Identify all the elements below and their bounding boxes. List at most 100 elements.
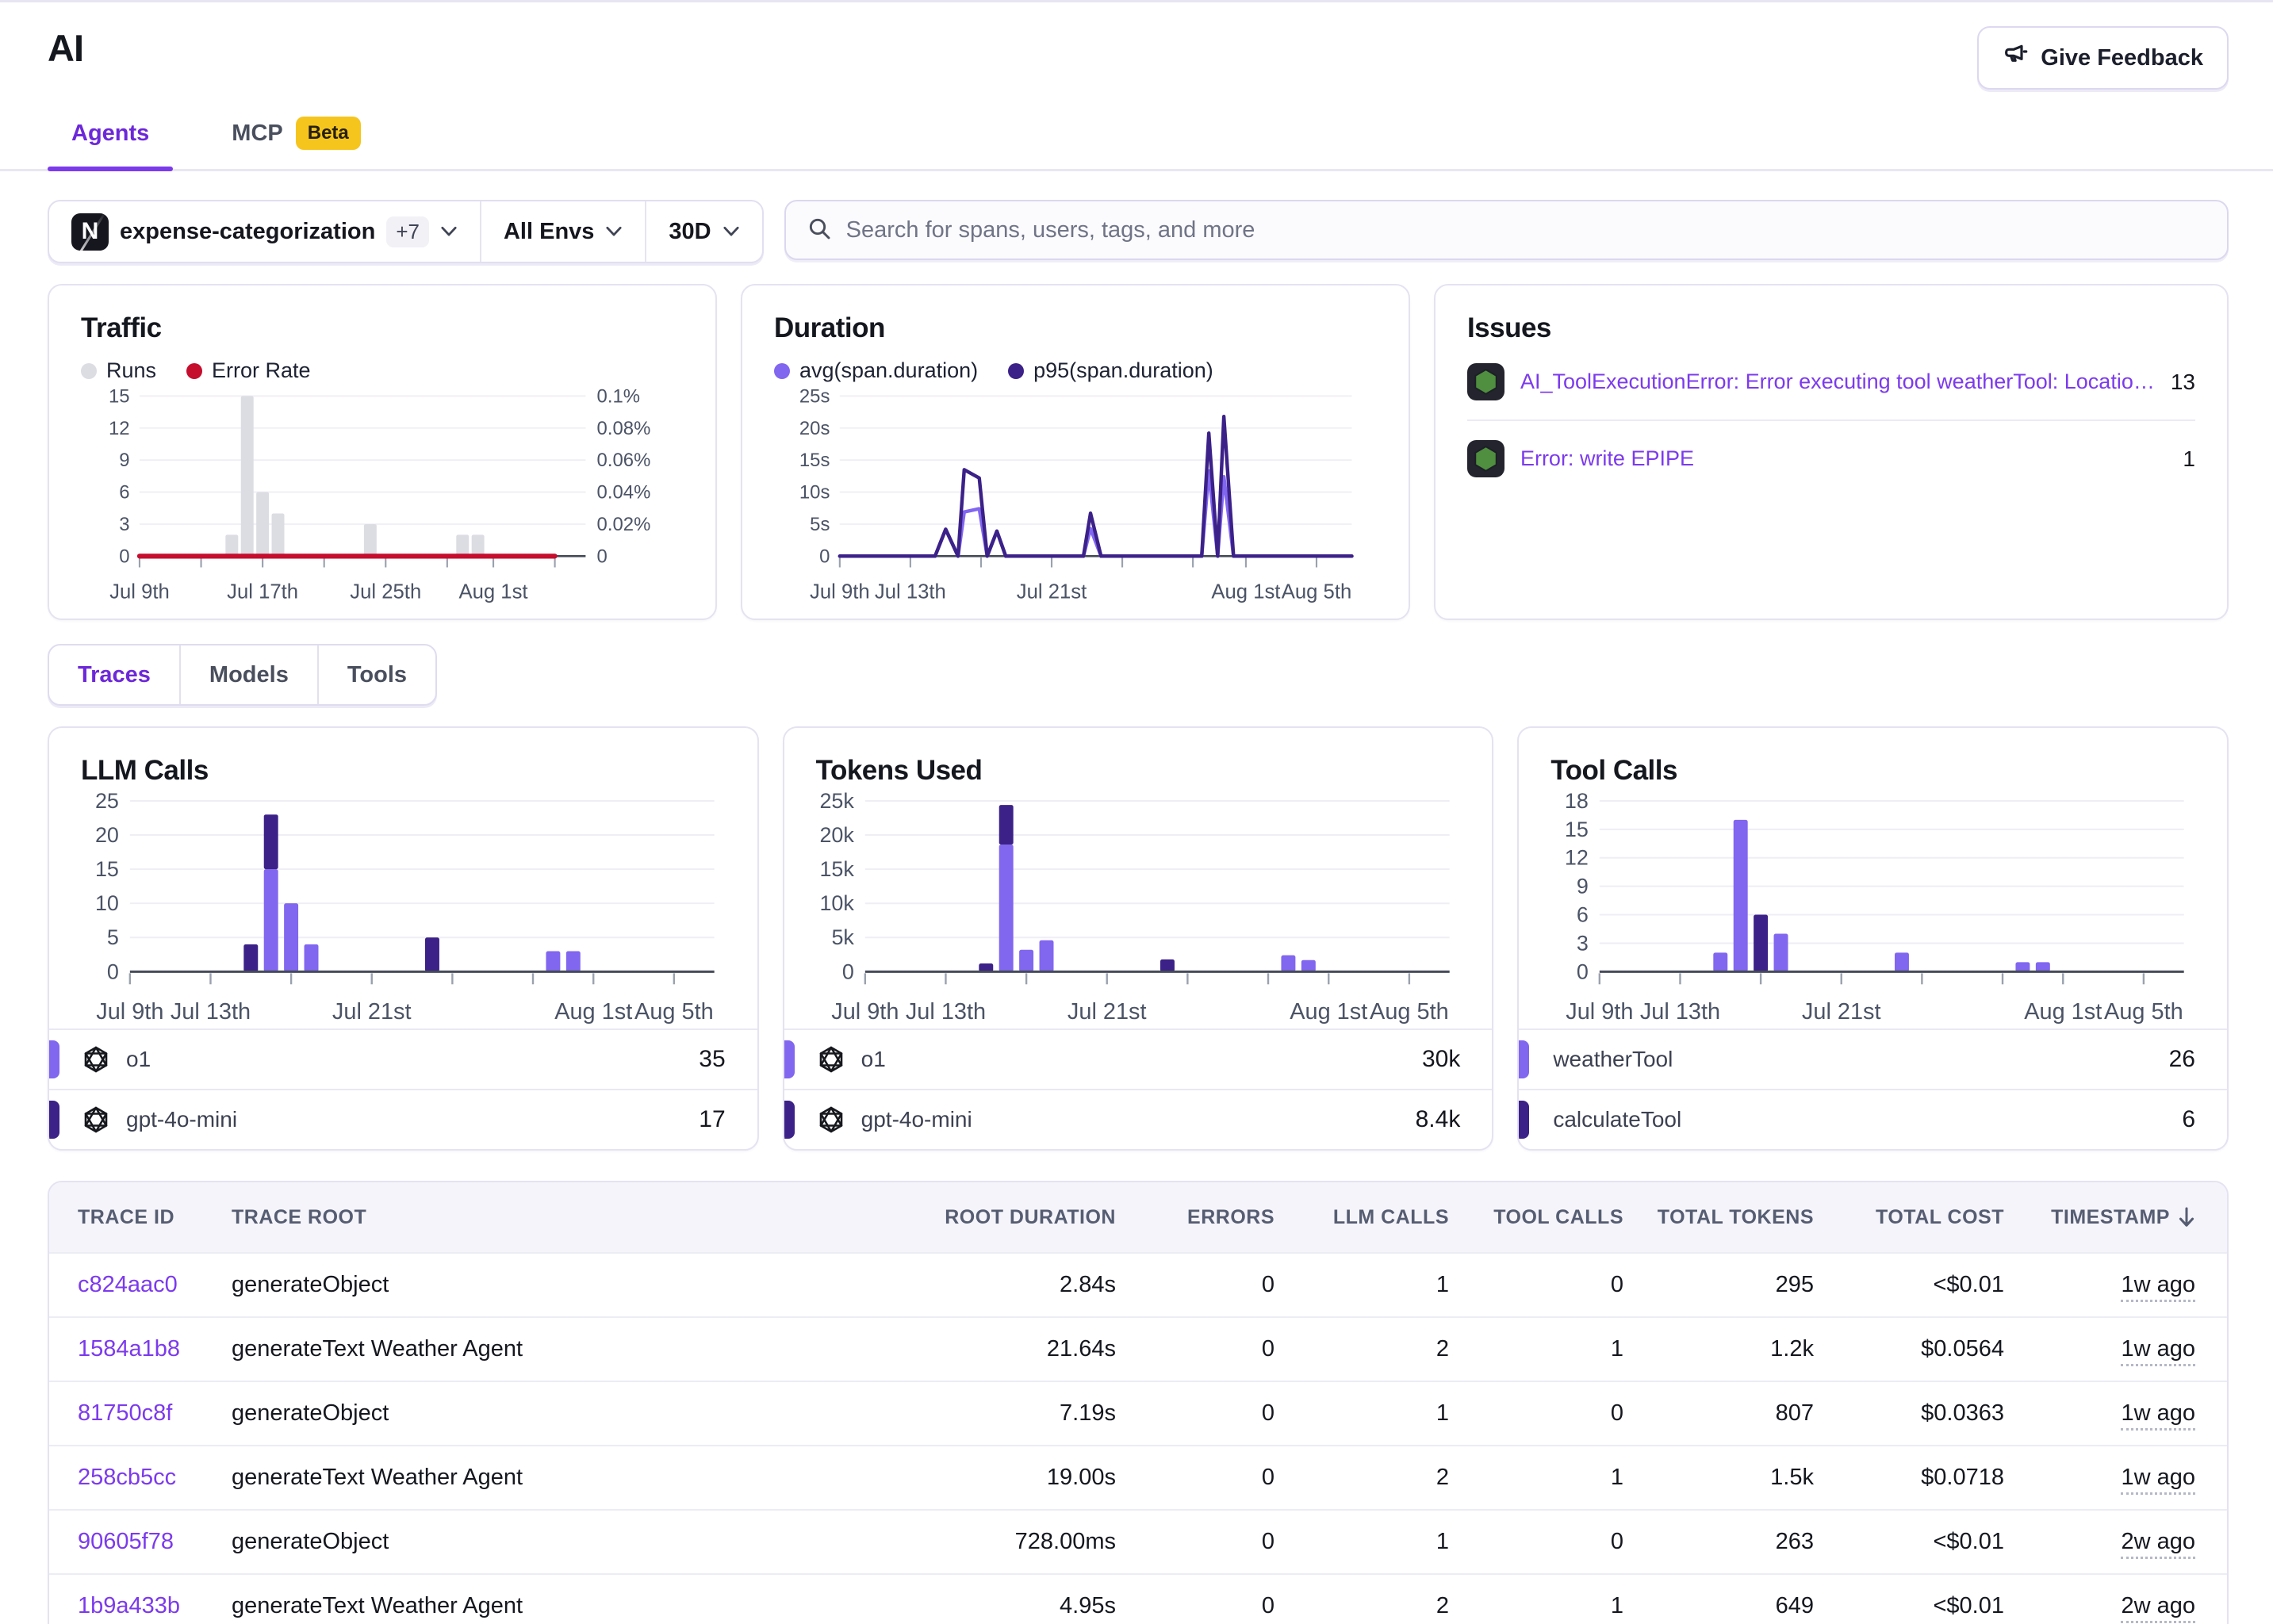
svg-text:Jul 13th: Jul 13th <box>171 999 251 1025</box>
subtab-tools[interactable]: Tools <box>317 645 435 704</box>
svg-text:20: 20 <box>95 823 119 847</box>
svg-text:Aug 1st: Aug 1st <box>554 999 632 1025</box>
subtab-traces[interactable]: Traces <box>49 645 179 704</box>
svg-text:5s: 5s <box>810 514 830 535</box>
timestamp-value[interactable]: 2w ago <box>2121 1593 2195 1623</box>
svg-text:Jul 21st: Jul 21st <box>1068 999 1147 1025</box>
column-header-tool-calls[interactable]: TOOL CALLS <box>1457 1206 1631 1229</box>
sort-desc-icon <box>2178 1206 2195 1228</box>
series-label: gpt-4o-mini <box>861 1107 972 1132</box>
cell-root-duration: 2.84s <box>882 1272 1124 1298</box>
llm-calls-chart: 0510152025Jul 9thJul 13thJul 21stAug 1st… <box>81 791 726 1028</box>
agent-select[interactable]: N expense-categorization +7 <box>49 201 480 262</box>
column-header-llm-calls[interactable]: LLM CALLS <box>1282 1206 1457 1229</box>
column-header-trace-id[interactable]: TRACE ID <box>49 1206 224 1229</box>
cell-tool-calls: 0 <box>1457 1272 1631 1298</box>
series-value: 17 <box>699 1106 725 1133</box>
cell-total-cost: $0.0363 <box>1822 1400 2012 1427</box>
trace-id-link[interactable]: c824aac0 <box>78 1272 178 1297</box>
trace-table-row[interactable]: 81750c8fgenerateObject7.19s010807$0.0363… <box>49 1381 2227 1445</box>
trace-table-row[interactable]: 258cb5ccgenerateText Weather Agent19.00s… <box>49 1445 2227 1509</box>
duration-legend: avg(span.duration)p95(span.duration) <box>774 358 1377 383</box>
column-header-total-cost[interactable]: TOTAL COST <box>1822 1206 2012 1229</box>
traces-table-body: c824aac0generateObject2.84s010295<$0.011… <box>49 1252 2227 1624</box>
svg-text:25s: 25s <box>799 386 830 407</box>
cell-llm-calls: 1 <box>1282 1529 1457 1555</box>
series-value: 6 <box>2182 1106 2195 1133</box>
timestamp-value[interactable]: 1w ago <box>2121 1272 2195 1302</box>
column-header-total-tokens[interactable]: TOTAL TOKENS <box>1631 1206 1822 1229</box>
cell-timestamp: 1w ago <box>2012 1465 2227 1491</box>
traffic-chart: 0030.02%60.04%90.06%120.08%150.1%Jul 9th… <box>81 386 684 607</box>
trace-table-row[interactable]: 1b9a433bgenerateText Weather Agent4.95s0… <box>49 1573 2227 1624</box>
issue-gem-icon <box>1467 363 1504 400</box>
trace-id-link[interactable]: 81750c8f <box>78 1400 172 1426</box>
trace-id-link[interactable]: 1584a1b8 <box>78 1336 180 1362</box>
svg-text:Jul 13th: Jul 13th <box>905 999 985 1025</box>
tool-calls-card: Tool Calls0369121518Jul 9thJul 13thJul 2… <box>1517 726 2229 1151</box>
cell-total-cost: <$0.01 <box>1822 1529 2012 1555</box>
column-header-timestamp[interactable]: TIMESTAMP <box>2012 1206 2227 1229</box>
cell-total-tokens: 807 <box>1631 1400 1822 1427</box>
trace-table-row[interactable]: 1584a1b8generateText Weather Agent21.64s… <box>49 1316 2227 1381</box>
svg-text:Jul 9th: Jul 9th <box>96 999 163 1025</box>
series-label: calculateTool <box>1553 1107 1681 1132</box>
openai-icon <box>815 1104 847 1136</box>
trace-id-link[interactable]: 258cb5cc <box>78 1465 176 1490</box>
cell-total-cost: $0.0718 <box>1822 1465 2012 1491</box>
issue-link[interactable]: AI_ToolExecutionError: Error executing t… <box>1520 370 2155 394</box>
issue-link[interactable]: Error: write EPIPE <box>1520 446 2167 471</box>
tab-mcp[interactable]: MCPBeta <box>208 117 384 169</box>
svg-text:10: 10 <box>95 891 119 915</box>
cell-trace-root: generateObject <box>224 1400 882 1427</box>
svg-text:Jul 21st: Jul 21st <box>1802 999 1881 1025</box>
svg-text:0.1%: 0.1% <box>597 386 641 407</box>
timestamp-value[interactable]: 2w ago <box>2121 1529 2195 1559</box>
tab-agents[interactable]: Agents <box>48 117 173 169</box>
cell-trace-id: c824aac0 <box>49 1272 224 1298</box>
svg-text:Aug 5th: Aug 5th <box>2104 999 2183 1025</box>
search-input[interactable] <box>846 217 2206 243</box>
series-swatch <box>49 1101 59 1139</box>
llm-calls-card: LLM Calls0510152025Jul 9thJul 13thJul 21… <box>48 726 759 1151</box>
svg-text:9: 9 <box>119 450 129 471</box>
tab-label: Agents <box>71 121 149 147</box>
cell-total-cost: <$0.01 <box>1822 1593 2012 1619</box>
llm-calls-title: LLM Calls <box>81 755 726 787</box>
give-feedback-button[interactable]: Give Feedback <box>1977 26 2229 90</box>
timestamp-value[interactable]: 1w ago <box>2121 1400 2195 1431</box>
series-swatch <box>1519 1040 1529 1078</box>
chevron-down-icon <box>723 226 740 237</box>
agent-select-value: expense-categorization <box>120 219 375 245</box>
trace-id-link[interactable]: 1b9a433b <box>78 1593 180 1618</box>
svg-text:Jul 13th: Jul 13th <box>1640 999 1720 1025</box>
cell-root-duration: 19.00s <box>882 1465 1124 1491</box>
svg-text:9: 9 <box>1577 875 1589 898</box>
cell-trace-id: 1b9a433b <box>49 1593 224 1619</box>
svg-text:0: 0 <box>842 959 854 983</box>
svg-text:0: 0 <box>819 546 830 567</box>
svg-text:Jul 9th: Jul 9th <box>831 999 899 1025</box>
svg-text:18: 18 <box>1565 791 1589 813</box>
trace-table-row[interactable]: c824aac0generateObject2.84s010295<$0.011… <box>49 1252 2227 1316</box>
column-header-errors[interactable]: ERRORS <box>1124 1206 1282 1229</box>
series-label: o1 <box>861 1047 886 1072</box>
date-range-select[interactable]: 30D <box>645 201 761 262</box>
filter-select-group: N expense-categorization +7 All Envs 30D <box>48 200 764 263</box>
legend-dot-icon <box>1008 363 1024 379</box>
trace-id-link[interactable]: 90605f78 <box>78 1529 174 1554</box>
cell-errors: 0 <box>1124 1272 1282 1298</box>
column-header-trace-root[interactable]: TRACE ROOT <box>224 1206 882 1229</box>
env-select[interactable]: All Envs <box>480 201 645 262</box>
column-header-root-duration[interactable]: ROOT DURATION <box>882 1206 1124 1229</box>
svg-text:10s: 10s <box>799 482 830 504</box>
trace-table-row[interactable]: 90605f78generateObject728.00ms010263<$0.… <box>49 1509 2227 1573</box>
timestamp-value[interactable]: 1w ago <box>2121 1465 2195 1495</box>
cell-trace-id: 81750c8f <box>49 1400 224 1427</box>
llm-calls-legend-row: o135 <box>49 1028 757 1089</box>
subtab-models[interactable]: Models <box>179 645 317 704</box>
search-bar[interactable] <box>784 200 2229 260</box>
timestamp-value[interactable]: 1w ago <box>2121 1336 2195 1366</box>
cell-errors: 0 <box>1124 1465 1282 1491</box>
cell-llm-calls: 1 <box>1282 1272 1457 1298</box>
